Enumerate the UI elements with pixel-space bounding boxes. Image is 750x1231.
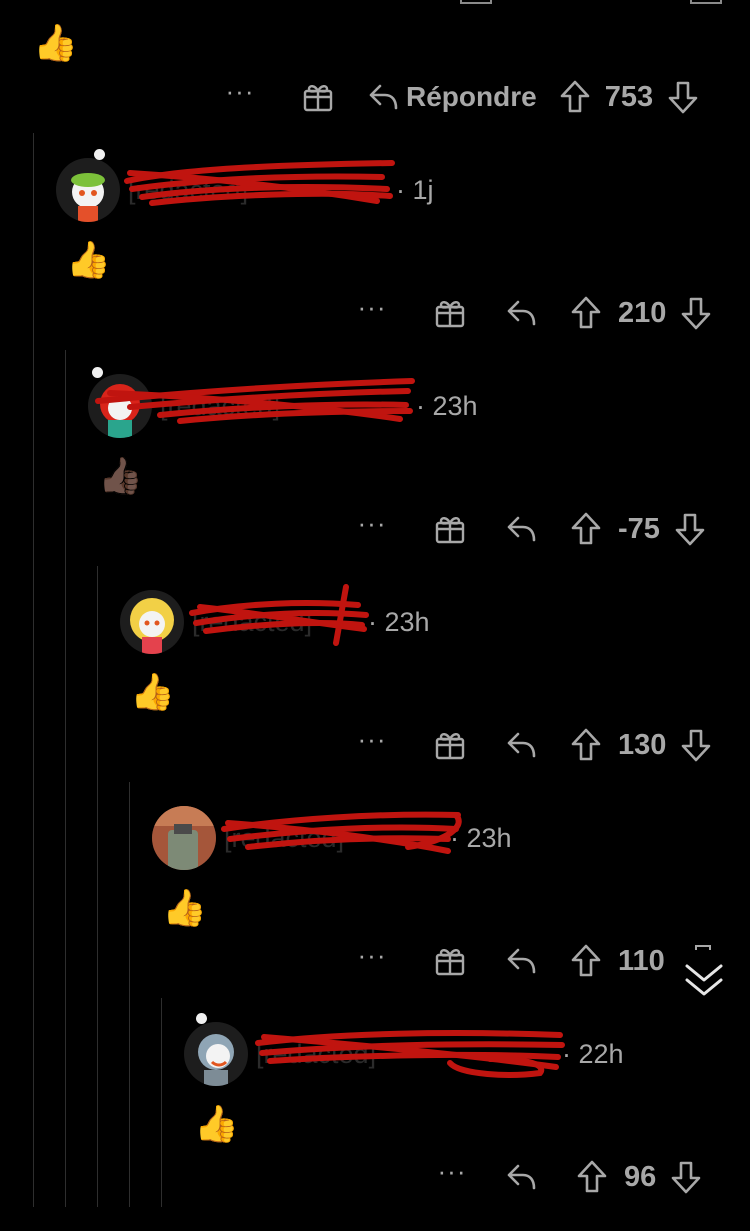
more-options-icon[interactable]: ···: [354, 942, 390, 972]
comment-actions: ··· 110: [354, 941, 665, 981]
reply-arrow-icon[interactable]: [506, 514, 538, 544]
award-gift-icon[interactable]: [434, 729, 466, 761]
upvote-arrow-icon[interactable]: [570, 944, 602, 978]
username[interactable]: [redacted]: [192, 607, 362, 638]
comment-actions: ··· -75: [354, 509, 706, 549]
collapse-thread-icon[interactable]: [684, 944, 724, 1004]
vote-score: -75: [618, 512, 660, 545]
thread-line[interactable]: [161, 998, 162, 1207]
upvote-arrow-icon[interactable]: [570, 728, 602, 762]
avatar[interactable]: [120, 590, 184, 654]
online-indicator: [92, 367, 103, 378]
comment-body-emoji: 👍: [194, 1104, 239, 1145]
username[interactable]: [redacted]: [128, 175, 390, 206]
award-gift-icon[interactable]: [302, 81, 334, 113]
comment-time: · 1j: [396, 174, 434, 205]
thread-line[interactable]: [129, 782, 130, 1207]
award-gift-icon[interactable]: [434, 297, 466, 329]
comment-time: · 23h: [368, 606, 430, 637]
comment-time: · 23h: [450, 822, 512, 853]
upvote-arrow-icon[interactable]: [576, 1160, 608, 1194]
avatar[interactable]: [184, 1022, 248, 1086]
vote-score: 753: [604, 80, 654, 113]
top-toolbar-edge: [460, 0, 492, 4]
username[interactable]: [redacted]: [224, 823, 444, 854]
avatar[interactable]: [56, 158, 120, 222]
online-indicator: [196, 1013, 207, 1024]
reply-button[interactable]: Répondre: [406, 81, 537, 113]
comment-actions: ··· 210: [354, 293, 712, 333]
upvote-arrow-icon[interactable]: [559, 80, 591, 114]
vote-score: 96: [624, 1160, 657, 1193]
award-gift-icon[interactable]: [434, 945, 466, 977]
comment-time: · 22h: [562, 1038, 624, 1069]
more-options-icon[interactable]: ···: [354, 294, 390, 324]
comment-body-emoji: 👍: [33, 23, 78, 64]
vote-score: 130: [618, 728, 667, 761]
downvote-arrow-icon[interactable]: [680, 296, 712, 330]
comment-actions: ··· 96: [434, 1157, 702, 1197]
username[interactable]: [redacted]: [160, 391, 410, 422]
downvote-arrow-icon[interactable]: [680, 728, 712, 762]
avatar[interactable]: [88, 374, 152, 438]
reply-arrow-icon[interactable]: [506, 946, 538, 976]
comment-time: · 23h: [416, 390, 478, 421]
comment-actions: ··· Répondre 753: [222, 77, 699, 117]
comment-header: [redacted] · 1j: [56, 149, 434, 225]
more-options-icon[interactable]: ···: [434, 1158, 470, 1188]
comment-header: [redacted] · 23h: [152, 803, 512, 873]
comment-body-emoji: 👍: [130, 672, 175, 713]
downvote-arrow-icon[interactable]: [670, 1160, 702, 1194]
upvote-arrow-icon[interactable]: [570, 296, 602, 330]
online-indicator: [94, 149, 105, 160]
reply-arrow-icon[interactable]: [506, 730, 538, 760]
reply-arrow-icon[interactable]: [506, 1162, 538, 1192]
username[interactable]: [redacted]: [256, 1039, 556, 1070]
comment-header: [redacted] · 23h: [120, 583, 430, 657]
reply-arrow-icon[interactable]: [506, 298, 538, 328]
thread-line[interactable]: [33, 133, 34, 1207]
avatar[interactable]: [152, 806, 216, 870]
comment-body-emoji: 👍: [66, 240, 111, 281]
comment-body-emoji: 👍: [162, 888, 207, 929]
more-options-icon[interactable]: ···: [354, 510, 390, 540]
more-options-icon[interactable]: ···: [354, 726, 390, 756]
comment-actions: ··· 130: [354, 725, 712, 765]
award-gift-icon[interactable]: [434, 513, 466, 545]
vote-score: 210: [618, 296, 667, 329]
downvote-arrow-icon[interactable]: [667, 80, 699, 114]
comment-header: [redacted] · 22h: [184, 1013, 624, 1089]
thread-line[interactable]: [65, 350, 66, 1207]
downvote-arrow-icon[interactable]: [674, 512, 706, 546]
comment-body-emoji: 👍🏿: [98, 456, 143, 497]
thread-line[interactable]: [97, 566, 98, 1207]
comment-header: [redacted] · 23h: [88, 367, 478, 441]
vote-score: 110: [618, 944, 665, 977]
top-toolbar-edge: [690, 0, 722, 4]
more-options-icon[interactable]: ···: [222, 78, 258, 108]
reply-arrow-icon[interactable]: [368, 82, 400, 112]
upvote-arrow-icon[interactable]: [570, 512, 602, 546]
